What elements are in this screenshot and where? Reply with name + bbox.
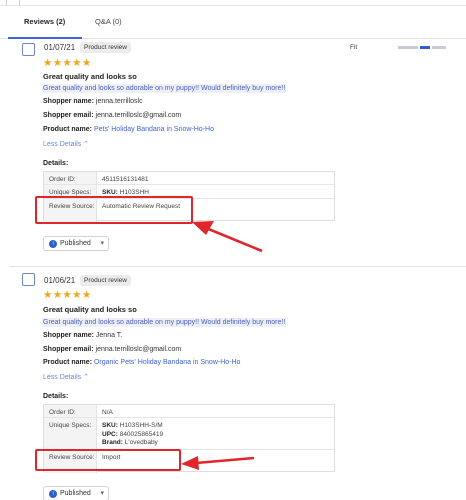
sku-value: H103SHH-S/M [119, 422, 163, 429]
caret-down-icon: ▾ [100, 240, 104, 247]
fit-scale-marker [420, 46, 430, 49]
top-divider-marks [6, 0, 20, 6]
review-title: Great quality and looks so [43, 72, 137, 81]
tab-reviews[interactable]: Reviews (2) [24, 17, 65, 26]
annotation-highlight-box [35, 449, 181, 471]
upload-icon: ↑ [49, 490, 57, 498]
brand-line: Brand: L'ovedbaby [102, 439, 163, 448]
fit-label: Fit [350, 44, 358, 51]
annotation-highlight-box [35, 196, 193, 224]
shopper-email-value: jenna.terrilloslc@gmail.com [95, 346, 182, 353]
review-tabs: Reviews (2) Q&A (0) [0, 7, 466, 39]
status-label: Published [60, 490, 91, 497]
upc-label: UPC: [102, 430, 118, 438]
shopper-name-row: Shopper name: Jenna T. [43, 332, 122, 339]
review-body: Great quality and looks so adorable on m… [42, 84, 287, 93]
details-row-order-id: Order ID: N/A [44, 405, 334, 418]
less-details-label: Less Details [43, 141, 82, 148]
status-dropdown[interactable]: ↑ Published ▾ [43, 486, 109, 500]
product-name-row: Product name: Organic Pets' Holiday Band… [43, 359, 240, 366]
sku-line: SKU: H103SHH-S/M [102, 422, 163, 431]
fit-scale-segment [432, 46, 446, 49]
status-dropdown[interactable]: ↑ Published ▾ [43, 236, 109, 251]
details-row-unique-specs: Unique Specs: SKU: H103SHH-S/M UPC: 8400… [44, 418, 334, 450]
order-id-label: Order ID: [44, 172, 97, 184]
shopper-email-label: Shopper email: [43, 112, 94, 119]
order-id-value: 4511516131481 [102, 176, 149, 183]
shopper-name-value: jenna.terrilloslc [95, 98, 143, 105]
unique-specs-value: SKU: H103SHH-S/M UPC: 840025865419 Brand… [97, 418, 163, 448]
sku-value: H103SHH [119, 189, 149, 196]
upc-line: UPC: 840025865419 [102, 431, 163, 440]
star-rating: ★★★★★ [43, 57, 92, 69]
caret-down-icon: ▾ [100, 490, 104, 497]
shopper-email-row: Shopper email: jenna.terrilloslc@gmail.c… [43, 112, 181, 119]
upload-icon: ↑ [49, 240, 57, 248]
brand-label: Brand: [102, 439, 123, 446]
shopper-name-value: Jenna T. [95, 332, 123, 339]
review-type-badge: Product review [80, 275, 131, 286]
brand-value: L'ovedbaby [124, 439, 158, 446]
details-heading: Details: [43, 393, 69, 400]
review-type-badge: Product review [80, 42, 131, 53]
shopper-name-label: Shopper name: [43, 98, 94, 105]
review-body: Great quality and looks so adorable on m… [42, 318, 287, 327]
shopper-email-value: jenna.terrilloslc@gmail.com [95, 112, 182, 119]
review-divider [10, 266, 466, 267]
details-heading: Details: [43, 160, 69, 167]
tab-qa[interactable]: Q&A (0) [95, 17, 122, 26]
status-label: Published [60, 240, 91, 247]
shopper-email-label: Shopper email: [43, 346, 94, 353]
shopper-name-row: Shopper name: jenna.terrilloslc [43, 98, 143, 105]
sku-label: SKU: [102, 189, 118, 196]
review-date: 01/06/21 [44, 276, 76, 285]
shopper-email-row: Shopper email: jenna.terrilloslc@gmail.c… [43, 346, 181, 353]
product-name-label: Product name: [43, 359, 93, 366]
fit-scale-segment [398, 46, 418, 49]
unique-specs-label: Unique Specs: [44, 418, 97, 449]
sku-label: SKU: [102, 422, 118, 429]
upc-value: 840025865419 [119, 430, 164, 438]
top-border [0, 0, 466, 6]
star-rating: ★★★★★ [43, 289, 92, 301]
review-select-checkbox[interactable] [22, 273, 35, 286]
annotation-arrow-icon [181, 456, 255, 470]
shopper-name-label: Shopper name: [43, 332, 94, 339]
chevron-up-icon: ⌃ [83, 374, 89, 381]
less-details-label: Less Details [43, 374, 82, 381]
less-details-toggle[interactable]: Less Details ⌃ [43, 373, 89, 381]
product-name-label: Product name: [43, 126, 93, 133]
product-name-link[interactable]: Organic Pets' Holiday Bandana in Snow-Ho… [94, 359, 240, 366]
annotation-arrow-icon [192, 221, 263, 253]
review-title: Great quality and looks so [43, 305, 137, 314]
product-name-row: Product name: Pets' Holiday Bandana in S… [43, 126, 214, 133]
product-name-link[interactable]: Pets' Holiday Bandana in Snow-Ho-Ho [94, 126, 214, 133]
chevron-up-icon: ⌃ [83, 141, 89, 148]
review-select-checkbox[interactable] [22, 43, 35, 56]
less-details-toggle[interactable]: Less Details ⌃ [43, 140, 89, 148]
order-id-value: N/A [102, 409, 113, 416]
active-tab-indicator [8, 37, 82, 39]
details-row-order-id: Order ID: 4511516131481 [44, 172, 334, 185]
review-date: 01/07/21 [44, 43, 76, 52]
order-id-label: Order ID: [44, 405, 97, 417]
